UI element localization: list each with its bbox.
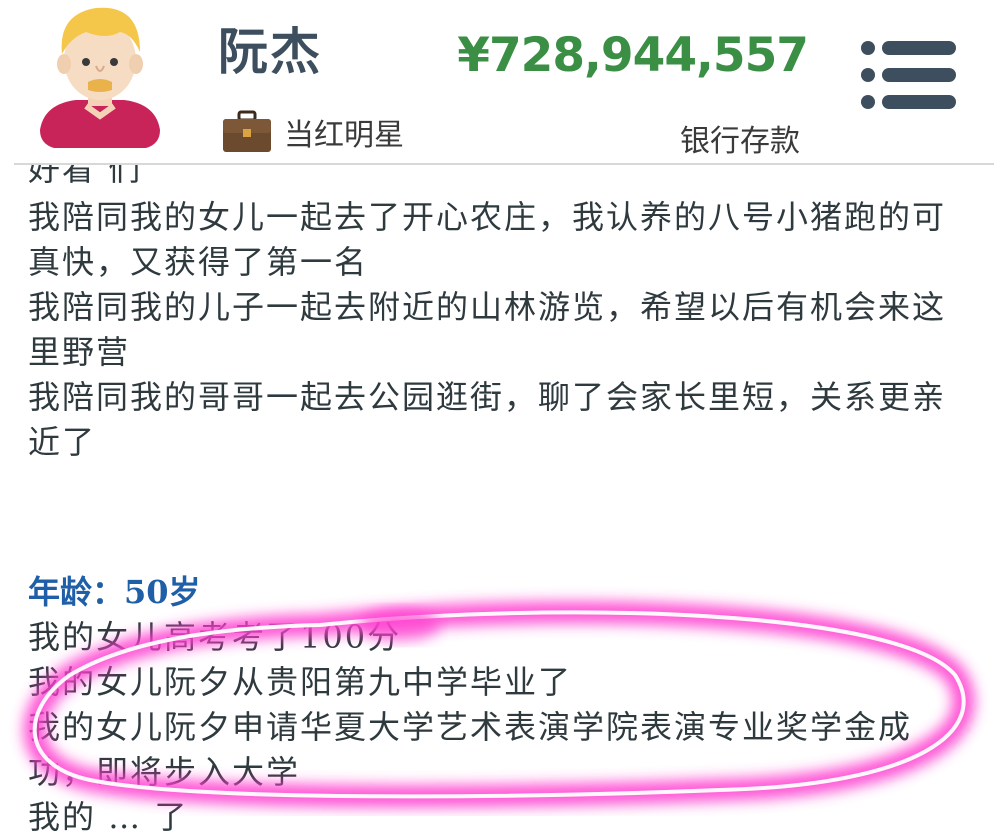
briefcase-icon <box>223 110 271 152</box>
age-heading: 年龄：50岁 <box>28 573 201 611</box>
job-title: 当红明星 <box>222 110 404 154</box>
log-entry: 我陪同我的儿子一起去附近的山林游览，希望以后有机会来这里野营 <box>28 288 947 371</box>
age-event-log: 我的女儿高考考了100分 我的女儿阮夕从贵阳第九中学毕业了 我的女儿阮夕申请华夏… <box>28 615 978 840</box>
log-entry: 我的 … 了 <box>28 798 189 836</box>
player-name: 阮杰 <box>218 23 322 81</box>
log-entry: 我陪同我的哥哥一起去公园逛街，聊了会家长里短，关系更亲近了 <box>28 378 947 461</box>
avatar <box>40 7 160 148</box>
bank-balance-label: 银行存款 <box>680 124 800 159</box>
event-log: 好看 们 我陪同我的女儿一起去了开心农庄，我认养的八号小猪跑的可真快，又获得了第… <box>28 165 978 465</box>
hamburger-menu-icon[interactable] <box>858 38 958 112</box>
log-entry: 我的女儿高考考了100分 <box>28 618 402 656</box>
profile-header: 阮杰 当红明星 ¥728,944,557 银行存款 <box>0 0 1008 165</box>
log-entry-cut: 好看 们 <box>28 165 143 188</box>
job-label: 当红明星 <box>284 118 404 153</box>
bank-balance: ¥728,944,557 <box>457 28 809 83</box>
log-entry: 我的女儿阮夕从贵阳第九中学毕业了 <box>28 663 573 701</box>
log-entry: 我的女儿阮夕申请华夏大学艺术表演学院表演专业奖学金成功，即将步入大学 <box>28 708 913 791</box>
log-entry: 我陪同我的女儿一起去了开心农庄，我认养的八号小猪跑的可真快，又获得了第一名 <box>28 198 947 281</box>
